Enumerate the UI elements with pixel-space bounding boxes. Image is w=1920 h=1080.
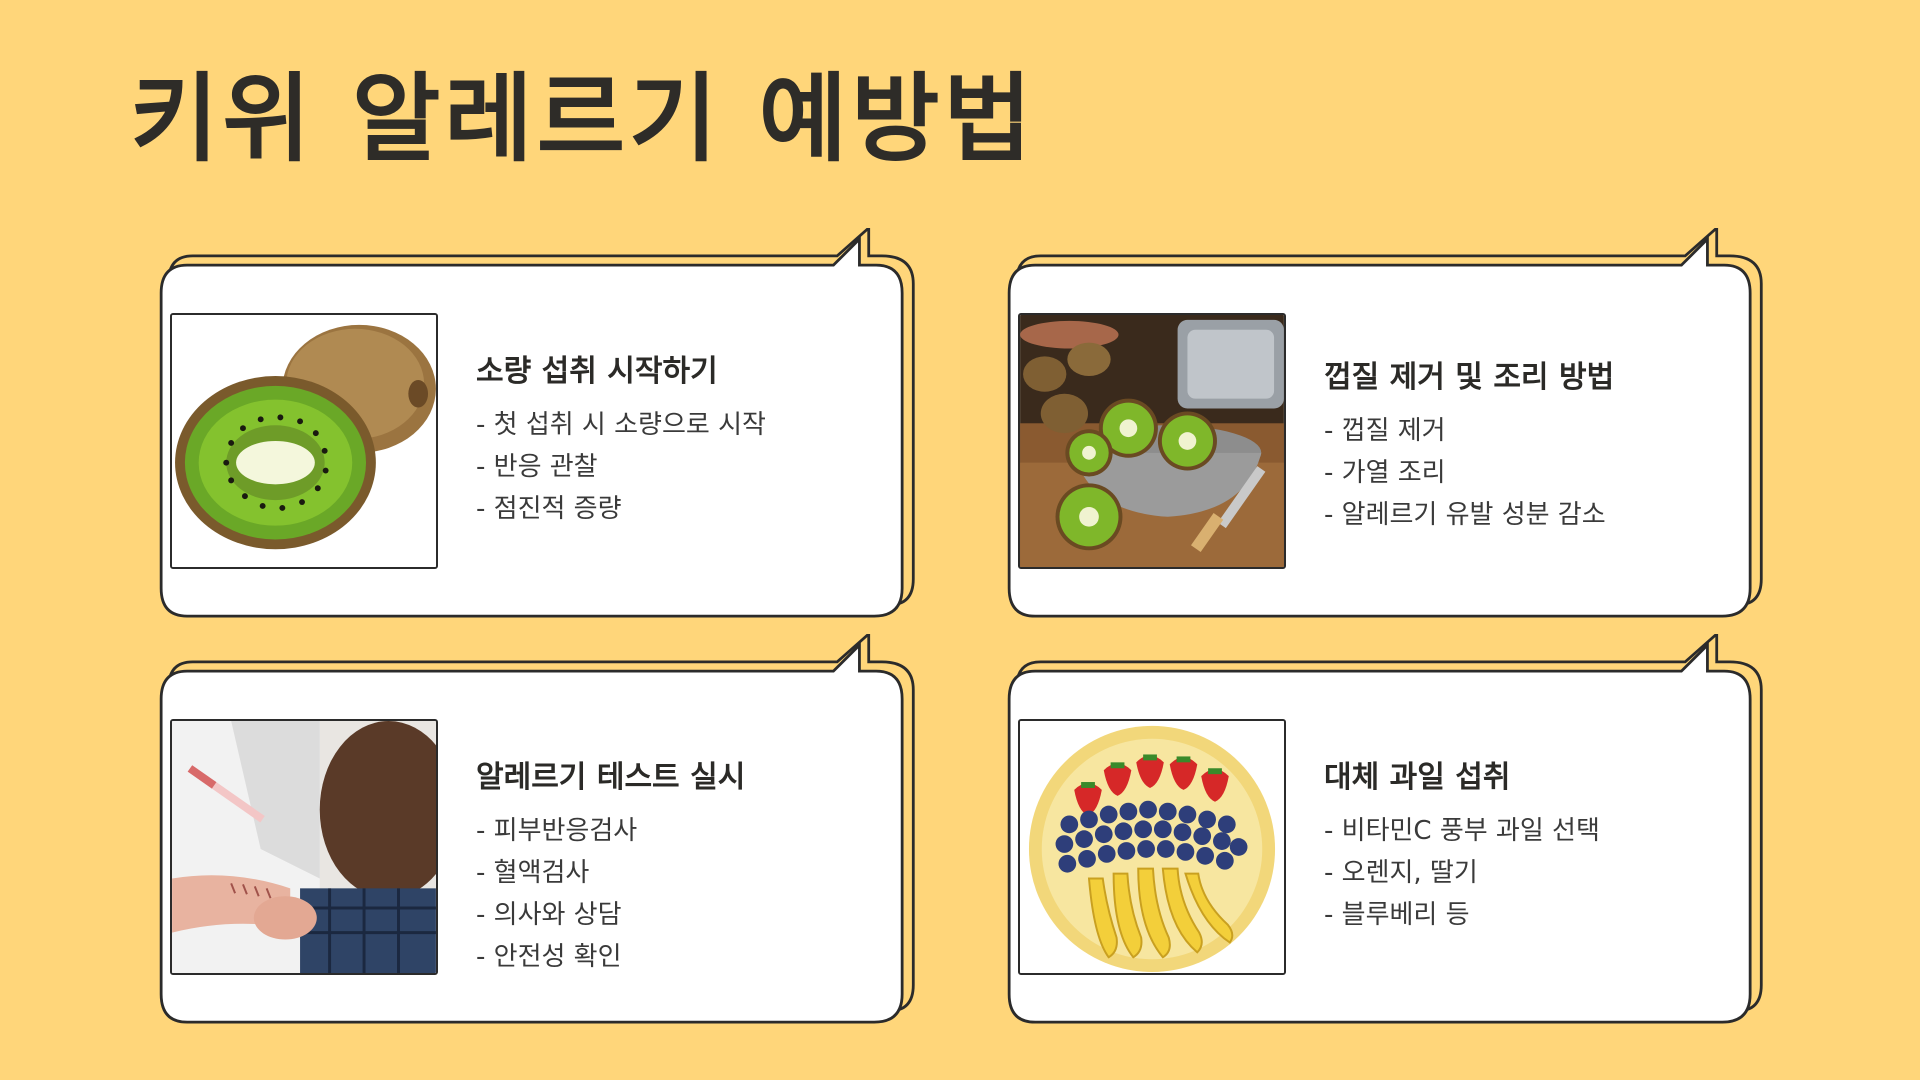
card-list: - 비타민C 풍부 과일 선택 - 오렌지, 딸기 - 블루베리 등 — [1324, 810, 1764, 936]
list-item: - 점진적 증량 — [476, 494, 622, 524]
list-item: - 피부반응검사 — [476, 816, 638, 846]
list-item: - 껍질 제거 — [1324, 416, 1446, 446]
card-peel-cook: 껍질 제거 및 조리 방법 - 껍질 제거 - 가열 조리 - 알레르기 유발 … — [978, 228, 1798, 618]
card-allergy-test: 알레르기 테스트 실시 - 피부반응검사 - 혈액검사 - 의사와 상담 - 안… — [130, 634, 950, 1024]
card-list: - 껍질 제거 - 가열 조리 - 알레르기 유발 성분 감소 — [1324, 410, 1764, 536]
card-text: 껍질 제거 및 조리 방법 - 껍질 제거 - 가열 조리 - 알레르기 유발 … — [1324, 352, 1764, 536]
allergy-test-icon — [172, 721, 436, 973]
fruit-plate-icon — [1020, 721, 1284, 973]
card-heading: 알레르기 테스트 실시 — [476, 760, 746, 795]
list-item: - 블루베리 등 — [1324, 900, 1470, 930]
list-item: - 오렌지, 딸기 — [1324, 858, 1478, 888]
list-item: - 비타민C 풍부 과일 선택 — [1324, 816, 1600, 846]
list-item: - 반응 관찰 — [476, 452, 598, 482]
list-item: - 알레르기 유발 성분 감소 — [1324, 500, 1606, 530]
card-text: 알레르기 테스트 실시 - 피부반응검사 - 혈액검사 - 의사와 상담 - 안… — [476, 752, 916, 978]
card-heading: 껍질 제거 및 조리 방법 — [1324, 360, 1615, 395]
card-small-intake: 소량 섭취 시작하기 - 첫 섭취 시 소량으로 시작 - 반응 관찰 - 점진… — [130, 228, 950, 618]
kiwi-bowl-icon — [1020, 315, 1284, 567]
list-item: - 의사와 상담 — [476, 900, 622, 930]
card-list: - 피부반응검사 - 혈액검사 - 의사와 상담 - 안전성 확인 — [476, 810, 916, 978]
card-heading: 대체 과일 섭취 — [1324, 760, 1511, 795]
list-item: - 첫 섭취 시 소량으로 시작 — [476, 410, 766, 440]
kiwi-icon — [172, 315, 436, 567]
list-item: - 혈액검사 — [476, 858, 590, 888]
page-title: 키위 알레르기 예방법 — [130, 63, 1036, 175]
kiwi-halves-image — [170, 313, 438, 569]
fruit-plate-image — [1018, 719, 1286, 975]
list-item: - 가열 조리 — [1324, 458, 1446, 488]
card-heading: 소량 섭취 시작하기 — [476, 354, 718, 389]
card-text: 소량 섭취 시작하기 - 첫 섭취 시 소량으로 시작 - 반응 관찰 - 점진… — [476, 346, 916, 530]
skin-allergy-test-image — [170, 719, 438, 975]
kiwi-bowl-kitchen-image — [1018, 313, 1286, 569]
card-alternative-fruit: 대체 과일 섭취 - 비타민C 풍부 과일 선택 - 오렌지, 딸기 - 블루베… — [978, 634, 1798, 1024]
list-item: - 안전성 확인 — [476, 942, 622, 972]
card-list: - 첫 섭취 시 소량으로 시작 - 반응 관찰 - 점진적 증량 — [476, 404, 916, 530]
card-text: 대체 과일 섭취 - 비타민C 풍부 과일 선택 - 오렌지, 딸기 - 블루베… — [1324, 752, 1764, 936]
